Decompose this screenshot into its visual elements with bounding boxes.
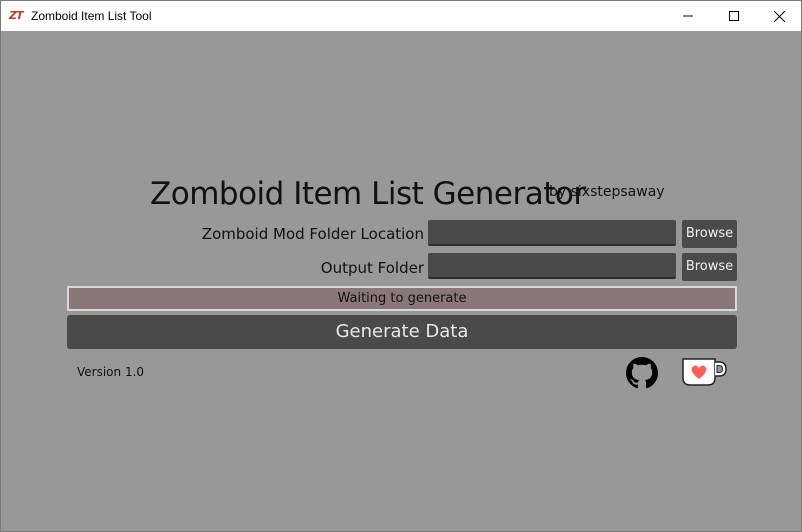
github-icon[interactable] [626,357,658,389]
status-bar: Waiting to generate [67,286,737,311]
title-bar: ZT Zomboid Item List Tool [1,1,801,31]
browse-mod-folder-button[interactable]: Browse [682,220,737,248]
app-logo-icon: ZT [9,9,24,22]
generate-data-button[interactable]: Generate Data [67,315,737,349]
window-title: Zomboid Item List Tool [31,9,152,23]
maximize-icon [729,11,739,21]
maximize-button[interactable] [711,1,757,31]
close-icon [773,10,785,22]
output-folder-input[interactable] [428,253,676,279]
version-label: Version 1.0 [77,365,145,379]
page-title: Zomboid Item List Generator [150,176,586,212]
browse-output-folder-button[interactable]: Browse [682,253,737,281]
kofi-cup-heart-icon[interactable] [679,356,729,388]
author-byline: by sixstepsaway [549,184,665,200]
close-button[interactable] [756,1,802,31]
mod-folder-label: Zomboid Mod Folder Location [201,225,424,243]
app-window: ZT Zomboid Item List Tool Zomboid Item L… [0,0,802,532]
mod-folder-input[interactable] [428,220,676,246]
output-folder-label: Output Folder [320,259,424,277]
minimize-button[interactable] [665,1,711,31]
minimize-icon [683,15,693,17]
main-content: Zomboid Item List Generator by sixstepsa… [8,31,795,525]
